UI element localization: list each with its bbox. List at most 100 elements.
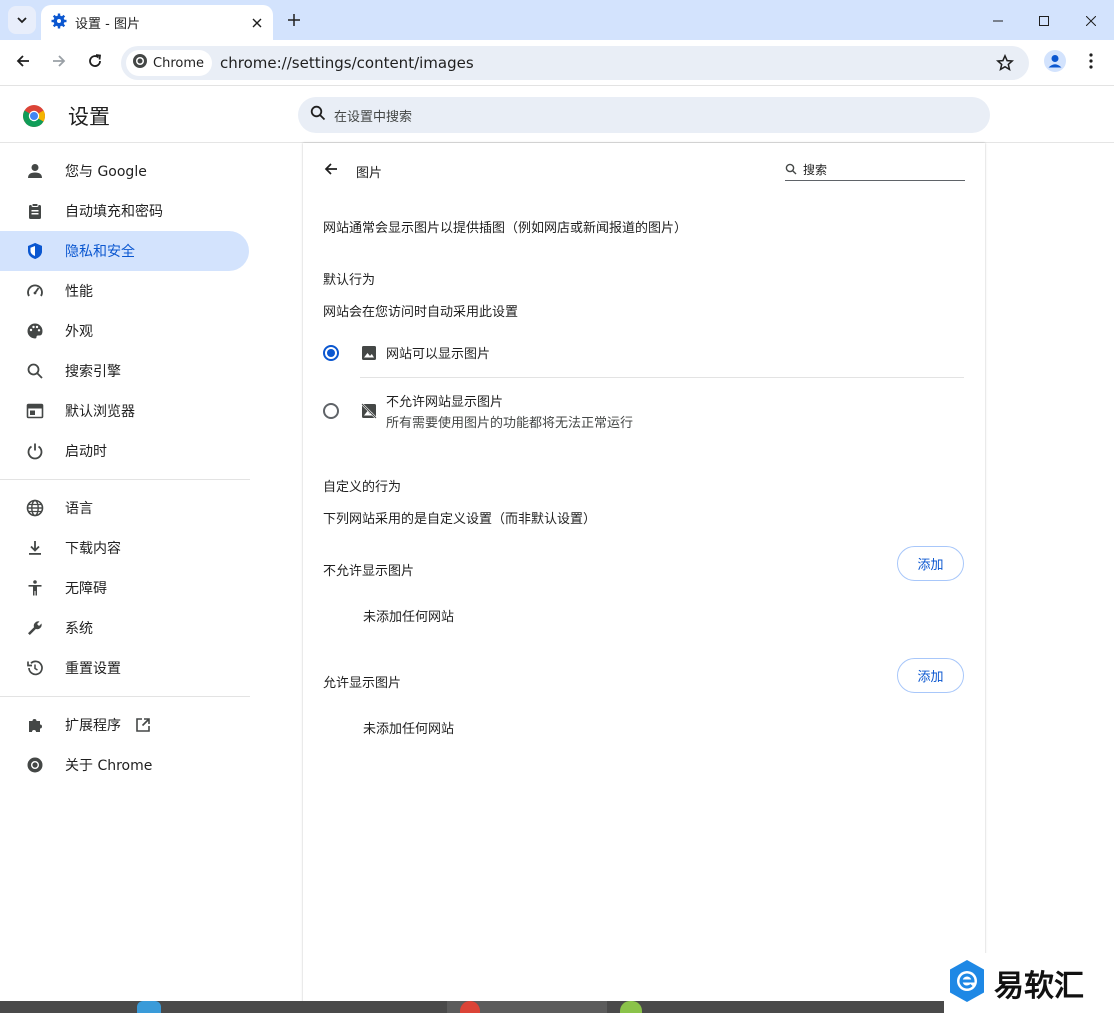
sidebar-item-label: 语言 xyxy=(65,501,93,517)
sidebar-item-downloads[interactable]: 下载内容 xyxy=(0,528,249,568)
subpage-title: 图片 xyxy=(356,166,383,181)
chip-label: Chrome xyxy=(153,55,204,71)
browser-icon xyxy=(24,400,46,422)
menu-button[interactable] xyxy=(1075,47,1107,79)
minimize-icon xyxy=(993,11,1003,30)
sidebar-item-label: 启动时 xyxy=(65,444,107,460)
default-behavior-subtitle: 网站会在您访问时自动采用此设置 xyxy=(323,305,519,320)
taskbar-app-icon[interactable] xyxy=(620,1001,642,1013)
new-tab-button[interactable] xyxy=(281,7,307,33)
page-title: 设置 xyxy=(68,105,110,129)
arrow-left-icon xyxy=(15,53,31,73)
back-button[interactable] xyxy=(7,47,39,79)
option-divider xyxy=(360,377,964,378)
settings-search-input[interactable]: 在设置中搜索 xyxy=(298,97,990,133)
wrench-icon xyxy=(24,617,46,639)
watermark-text: 易软汇 xyxy=(994,969,1084,1004)
block-list-empty: 未添加任何网站 xyxy=(363,610,455,625)
sidebar-item-on-startup[interactable]: 启动时 xyxy=(0,431,249,471)
sidebar-item-autofill[interactable]: 自动填充和密码 xyxy=(0,191,249,231)
globe-icon xyxy=(24,497,46,519)
add-blocked-site-button[interactable]: 添加 xyxy=(897,546,964,581)
sidebar-divider xyxy=(0,696,250,697)
radio-button[interactable] xyxy=(323,403,339,419)
sidebar-item-accessibility[interactable]: 无障碍 xyxy=(0,568,249,608)
download-icon xyxy=(24,537,46,559)
sidebar-item-label: 外观 xyxy=(65,324,93,340)
reset-icon xyxy=(24,657,46,679)
bookmark-star-icon[interactable] xyxy=(989,47,1021,79)
sidebar-item-reset[interactable]: 重置设置 xyxy=(0,648,249,688)
image-icon xyxy=(360,344,378,362)
add-allowed-site-button[interactable]: 添加 xyxy=(897,658,964,693)
allow-list-heading: 允许显示图片 xyxy=(323,676,402,691)
reload-icon xyxy=(87,53,103,73)
logo-icon xyxy=(948,959,986,1007)
watermark: 易软汇 xyxy=(944,953,1114,1013)
power-icon xyxy=(24,440,46,462)
subpage-search-input[interactable]: 搜索 xyxy=(785,159,965,181)
shield-icon xyxy=(24,240,46,262)
subpage-search-placeholder: 搜索 xyxy=(803,163,828,177)
sidebar-item-languages[interactable]: 语言 xyxy=(0,488,249,528)
person-icon xyxy=(24,160,46,182)
taskbar-app-icon[interactable] xyxy=(137,1001,161,1013)
window-close-button[interactable] xyxy=(1068,0,1114,40)
chrome-logo-icon xyxy=(22,104,46,128)
sidebar-item-performance[interactable]: 性能 xyxy=(0,271,249,311)
sidebar-item-label: 隐私和安全 xyxy=(65,244,135,260)
sidebar-item-appearance[interactable]: 外观 xyxy=(0,311,249,351)
maximize-icon xyxy=(1039,11,1049,30)
image-off-icon xyxy=(360,402,378,420)
tab-search-button[interactable] xyxy=(8,6,36,34)
minimize-button[interactable] xyxy=(975,0,1021,40)
sidebar: 您与 Google 自动填充和密码 隐私和安全 性能 外观 搜索引擎 默认浏览器… xyxy=(0,145,260,1013)
browser-toolbar: Chrome chrome://settings/content/images xyxy=(0,40,1114,86)
sidebar-item-default-browser[interactable]: 默认浏览器 xyxy=(0,391,249,431)
maximize-button[interactable] xyxy=(1021,0,1067,40)
site-info-chip[interactable]: Chrome xyxy=(126,50,212,76)
sidebar-item-label: 默认浏览器 xyxy=(65,404,135,420)
block-list-heading: 不允许显示图片 xyxy=(323,564,415,579)
sidebar-item-about-chrome[interactable]: 关于 Chrome xyxy=(0,745,249,785)
allow-list-empty: 未添加任何网站 xyxy=(363,722,455,737)
sidebar-item-extensions[interactable]: 扩展程序 xyxy=(0,705,249,745)
default-behavior-heading: 默认行为 xyxy=(323,273,376,288)
sidebar-item-label: 系统 xyxy=(65,621,93,637)
clipboard-icon xyxy=(24,200,46,222)
close-icon[interactable] xyxy=(245,11,269,35)
title-bar: 设置 - 图片 xyxy=(0,0,1114,40)
more-vert-icon xyxy=(1089,53,1093,73)
settings-header: 设置 在设置中搜索 xyxy=(0,87,1114,143)
radio-option-allow[interactable]: 网站可以显示图片 xyxy=(323,343,965,362)
search-icon xyxy=(24,360,46,382)
sidebar-item-you-and-google[interactable]: 您与 Google xyxy=(0,151,249,191)
profile-button[interactable] xyxy=(1039,47,1071,79)
sidebar-item-label: 下载内容 xyxy=(65,541,121,557)
chrome-icon xyxy=(24,754,46,776)
sidebar-item-search-engine[interactable]: 搜索引擎 xyxy=(0,351,249,391)
accessibility-icon xyxy=(24,577,46,599)
search-placeholder: 在设置中搜索 xyxy=(334,109,413,125)
sidebar-item-privacy[interactable]: 隐私和安全 xyxy=(0,231,249,271)
avatar-icon xyxy=(1044,50,1066,76)
custom-behavior-heading: 自定义的行为 xyxy=(323,480,402,495)
radio-option-block[interactable]: 不允许网站显示图片 所有需要使用图片的功能都将无法正常运行 xyxy=(323,391,965,431)
sidebar-item-system[interactable]: 系统 xyxy=(0,608,249,648)
chrome-icon xyxy=(132,53,148,73)
arrow-right-icon xyxy=(51,53,67,73)
tab-settings[interactable]: 设置 - 图片 xyxy=(41,5,273,40)
subpage-back-button[interactable] xyxy=(319,159,343,183)
address-bar[interactable]: Chrome chrome://settings/content/images xyxy=(121,46,1029,80)
sidebar-item-label: 扩展程序 xyxy=(65,718,121,734)
forward-button[interactable] xyxy=(43,47,75,79)
reload-button[interactable] xyxy=(79,47,111,79)
custom-behavior-subtitle: 下列网站采用的是自定义设置（而非默认设置） xyxy=(323,512,597,527)
arrow-left-icon xyxy=(323,161,339,181)
chevron-down-icon xyxy=(16,11,28,30)
sidebar-item-label: 您与 Google xyxy=(65,164,147,180)
page-description: 网站通常会显示图片以提供插图（例如网店或新闻报道的图片） xyxy=(323,221,688,236)
tab-title: 设置 - 图片 xyxy=(75,17,140,32)
radio-button[interactable] xyxy=(323,344,339,361)
url-text[interactable]: chrome://settings/content/images xyxy=(220,54,989,72)
